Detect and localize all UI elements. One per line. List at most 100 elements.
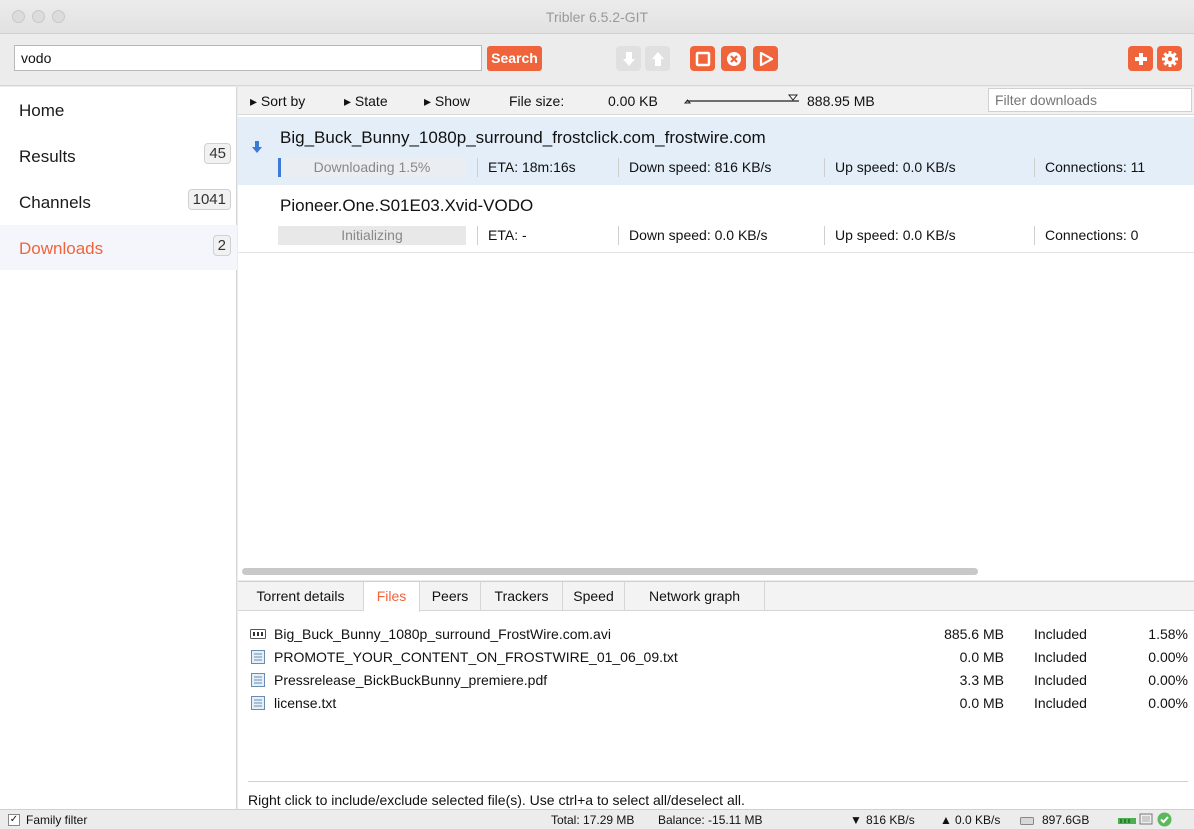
file-status: Included bbox=[1034, 672, 1087, 688]
delete-button[interactable] bbox=[721, 46, 746, 71]
downloads-count-badge: 2 bbox=[212, 235, 231, 256]
disk-icon bbox=[1020, 817, 1034, 825]
status-bar: ✓ Family filter Total: 17.29 MB Balance:… bbox=[0, 809, 1194, 829]
download-row[interactable]: Big_Buck_Bunny_1080p_surround_frostclick… bbox=[238, 117, 1194, 185]
delete-icon bbox=[726, 51, 741, 66]
results-count-badge: 45 bbox=[204, 143, 231, 164]
arrow-down-icon bbox=[622, 51, 635, 66]
sort-by-menu[interactable]: ▸ Sort by bbox=[250, 93, 305, 110]
file-progress: 0.00% bbox=[1148, 672, 1188, 688]
min-size-value: 0.00 KB bbox=[608, 93, 658, 109]
file-size: 885.6 MB bbox=[944, 626, 1004, 642]
file-size: 3.3 MB bbox=[959, 672, 1004, 688]
tab-speed[interactable]: Speed bbox=[563, 582, 625, 611]
file-row[interactable]: Big_Buck_Bunny_1080p_surround_FrostWire.… bbox=[238, 624, 1194, 646]
files-hint-text: Right click to include/exclude selected … bbox=[248, 792, 745, 808]
tab-network-graph[interactable]: Network graph bbox=[625, 582, 765, 611]
show-menu[interactable]: ▸ Show bbox=[424, 93, 470, 110]
download-connections: Connections: 0 bbox=[1034, 226, 1138, 245]
tab-peers[interactable]: Peers bbox=[420, 582, 481, 611]
file-row[interactable]: Pressrelease_BickBuckBunny_premiere.pdf … bbox=[238, 670, 1194, 692]
monitor-icon bbox=[1139, 813, 1153, 825]
downloading-arrow-icon bbox=[252, 141, 262, 153]
gear-icon bbox=[1161, 50, 1178, 67]
sidebar: Home Results 45 Channels 1041 Downloads … bbox=[0, 87, 237, 809]
channels-count-badge: 1041 bbox=[187, 189, 231, 210]
arrow-up-icon bbox=[651, 51, 664, 66]
progress-fill bbox=[278, 158, 281, 177]
filter-bar: ▸ Sort by ▸ State ▸ Show File size: 0.00… bbox=[238, 87, 1194, 115]
video-file-icon bbox=[250, 629, 266, 639]
file-row[interactable]: license.txt 0.0 MB Included 0.00% bbox=[238, 693, 1194, 715]
download-status: Initializing bbox=[341, 227, 403, 243]
text-file-icon bbox=[251, 696, 265, 710]
slider-max-handle bbox=[787, 94, 799, 101]
toolbar: Search bbox=[0, 34, 1194, 86]
tab-torrent-details[interactable]: Torrent details bbox=[238, 582, 364, 611]
connection-strength-icon bbox=[1118, 818, 1136, 824]
stop-button[interactable] bbox=[690, 46, 715, 71]
add-torrent-button[interactable] bbox=[1128, 46, 1153, 71]
download-progress-bar: Downloading 1.5% bbox=[278, 158, 466, 177]
status-ok-icon bbox=[1157, 812, 1172, 827]
family-filter-checkbox[interactable]: ✓ bbox=[8, 814, 20, 826]
free-disk-space: 897.6GB bbox=[1042, 813, 1090, 827]
file-progress: 0.00% bbox=[1148, 695, 1188, 711]
file-row[interactable]: PROMOTE_YOUR_CONTENT_ON_FROSTWIRE_01_06_… bbox=[238, 647, 1194, 669]
download-progress-bar: Initializing bbox=[278, 226, 466, 245]
sidebar-item-downloads[interactable]: Downloads 2 bbox=[0, 225, 237, 270]
file-status: Included bbox=[1034, 695, 1087, 711]
total-up-speed: 0.0 KB/s bbox=[955, 813, 1001, 827]
download-name: Big_Buck_Bunny_1080p_surround_frostclick… bbox=[280, 128, 766, 147]
show-label: Show bbox=[434, 93, 470, 109]
download-name: Pioneer.One.S01E03.Xvid-VODO bbox=[280, 196, 534, 215]
download-up-speed: Up speed: 0.0 KB/s bbox=[824, 158, 956, 177]
sidebar-item-label: Channels bbox=[19, 193, 91, 212]
sidebar-item-label: Results bbox=[19, 147, 76, 166]
sort-by-label: Sort by bbox=[260, 93, 306, 109]
file-status: Included bbox=[1034, 649, 1087, 665]
state-label: State bbox=[354, 93, 388, 109]
window-title: Tribler 6.5.2-GIT bbox=[545, 9, 649, 25]
balance: Balance: -15.11 MB bbox=[658, 813, 763, 827]
file-status: Included bbox=[1034, 626, 1087, 642]
file-size-label: File size: bbox=[509, 93, 565, 109]
total-down-speed: 816 KB/s bbox=[866, 813, 915, 827]
download-row[interactable]: Pioneer.One.S01E03.Xvid-VODO Initializin… bbox=[238, 185, 1194, 253]
sidebar-item-channels[interactable]: Channels 1041 bbox=[0, 179, 237, 224]
play-button[interactable] bbox=[753, 46, 778, 71]
downloads-panel: ▸ Sort by ▸ State ▸ Show File size: 0.00… bbox=[238, 87, 1194, 580]
max-size-value: 888.95 MB bbox=[807, 93, 875, 109]
down-speed-arrow-icon: ▼ bbox=[850, 813, 862, 827]
file-size: 0.0 MB bbox=[959, 695, 1004, 711]
horizontal-scrollbar[interactable] bbox=[242, 568, 978, 575]
tab-files[interactable]: Files bbox=[364, 582, 420, 612]
sidebar-item-results[interactable]: Results 45 bbox=[0, 133, 237, 178]
resume-download-button[interactable] bbox=[616, 46, 641, 71]
divider bbox=[248, 781, 1188, 782]
search-input[interactable] bbox=[14, 45, 482, 71]
text-file-icon bbox=[251, 650, 265, 664]
text-file-icon bbox=[251, 673, 265, 687]
download-status: Downloading 1.5% bbox=[313, 159, 431, 175]
sidebar-item-label: Downloads bbox=[19, 239, 104, 258]
state-menu[interactable]: ▸ State bbox=[344, 93, 388, 110]
search-button[interactable]: Search bbox=[487, 46, 542, 71]
file-size: 0.0 MB bbox=[959, 649, 1004, 665]
title-bar: Tribler 6.5.2-GIT bbox=[0, 0, 1194, 34]
sidebar-item-home[interactable]: Home bbox=[0, 87, 237, 132]
details-panel: Torrent details Files Peers Trackers Spe… bbox=[238, 581, 1194, 809]
stop-icon bbox=[695, 51, 710, 66]
settings-button[interactable] bbox=[1157, 46, 1182, 71]
download-down-speed: Down speed: 816 KB/s bbox=[618, 158, 771, 177]
play-icon bbox=[759, 51, 773, 66]
file-name: PROMOTE_YOUR_CONTENT_ON_FROSTWIRE_01_06_… bbox=[274, 649, 678, 665]
file-name: Pressrelease_BickBuckBunny_premiere.pdf bbox=[274, 672, 548, 688]
total-size: Total: 17.29 MB bbox=[551, 813, 635, 827]
filter-downloads-input[interactable] bbox=[988, 88, 1192, 112]
download-up-speed: Up speed: 0.0 KB/s bbox=[824, 226, 956, 245]
tab-trackers[interactable]: Trackers bbox=[481, 582, 563, 611]
upload-button[interactable] bbox=[645, 46, 670, 71]
file-size-range-slider[interactable] bbox=[683, 89, 803, 113]
sidebar-item-label: Home bbox=[19, 101, 65, 120]
